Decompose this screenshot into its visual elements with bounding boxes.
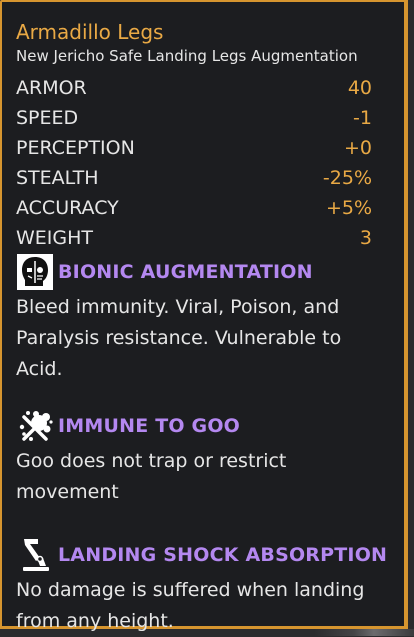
stats-list: ARMOR 40 SPEED -1 PERCEPTION +0 STEALTH … (16, 73, 372, 253)
stat-value: -25% (322, 167, 372, 189)
stat-label: ACCURACY (16, 197, 119, 219)
stat-value: -1 (353, 107, 372, 129)
stat-row-perception: PERCEPTION +0 (16, 133, 372, 163)
item-subtitle: New Jericho Safe Landing Legs Augmentati… (16, 47, 358, 65)
stat-value: 3 (359, 227, 372, 249)
stat-label: SPEED (16, 107, 79, 129)
stat-value: +5% (325, 197, 372, 219)
stat-row-speed: SPEED -1 (16, 103, 372, 133)
stat-value: 40 (347, 77, 372, 99)
stat-row-weight: WEIGHT 3 (16, 223, 372, 253)
trait-immune-to-goo: IMMUNE TO GOO Goo does not trap or restr… (16, 407, 404, 508)
trait-header: LANDING SHOCK ABSORPTION (16, 536, 404, 574)
trait-header: IMMUNE TO GOO (16, 407, 404, 445)
item-title: Armadillo Legs (16, 20, 164, 44)
trait-description: Goo does not trap or restrict movement (16, 450, 287, 503)
stat-label: WEIGHT (16, 227, 94, 249)
stat-label: ARMOR (16, 77, 87, 99)
trait-description: No damage is suffered when landing from … (16, 579, 365, 632)
stat-value: +0 (343, 137, 372, 159)
stat-row-accuracy: ACCURACY +5% (16, 193, 372, 223)
trait-name: BIONIC AUGMENTATION (58, 261, 313, 283)
trait-bionic-augmentation: BIONIC AUGMENTATION Bleed immunity. Vira… (16, 253, 404, 385)
goo-splash-icon (19, 411, 53, 441)
stat-row-armor: ARMOR 40 (16, 73, 372, 103)
trait-landing-shock-absorption: LANDING SHOCK ABSORPTION No damage is su… (16, 536, 404, 637)
stat-label: STEALTH (16, 167, 99, 189)
item-tooltip: Armadillo Legs New Jericho Safe Landing … (0, 0, 408, 632)
trait-name: IMMUNE TO GOO (58, 415, 241, 437)
stat-row-stealth: STEALTH -25% (16, 163, 372, 193)
robotic-leg-icon (23, 539, 49, 571)
trait-description: Bleed immunity. Viral, Poison, and Paral… (16, 296, 342, 380)
trait-header: BIONIC AUGMENTATION (16, 253, 404, 291)
stat-label: PERCEPTION (16, 137, 135, 159)
bionic-head-icon (17, 254, 53, 290)
trait-name: LANDING SHOCK ABSORPTION (58, 544, 388, 566)
